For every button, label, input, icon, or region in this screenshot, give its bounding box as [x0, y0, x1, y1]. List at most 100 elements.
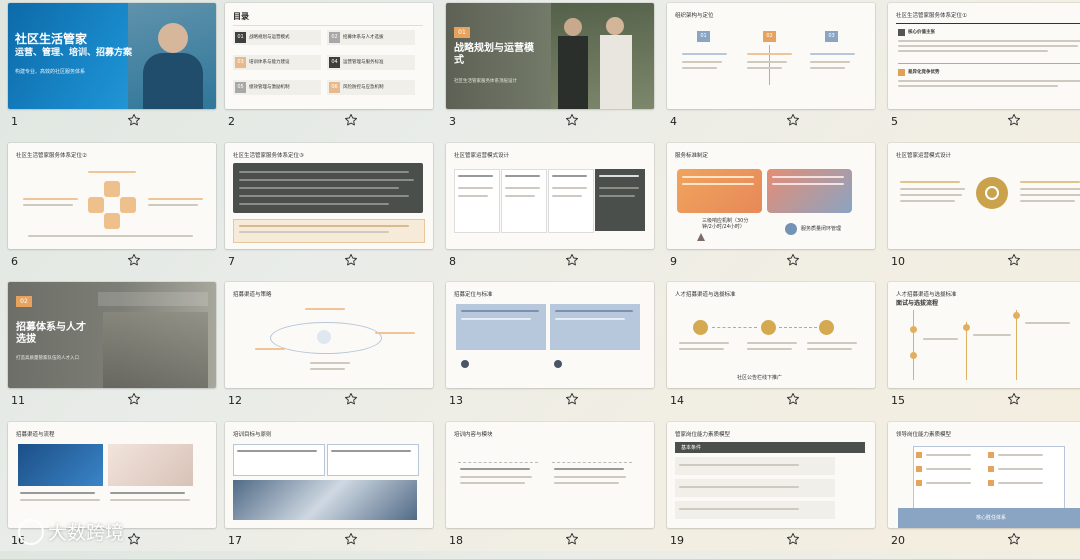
slide-title: 社区生活管家服务体系定位① [896, 13, 967, 19]
slide-preview: 招募渠道与策略 [225, 282, 433, 388]
slide-preview: 领导岗位能力素质模型 核心胜任体系 [888, 422, 1080, 528]
slide-thumb[interactable]: 社区生活管家服务体系定位③ 7 [217, 140, 435, 280]
slide-thumb[interactable]: 管家岗位能力素质模型 基本条件 19 [659, 419, 877, 559]
slide-number: 20 [891, 534, 905, 547]
star-outline-icon[interactable] [127, 391, 141, 405]
slide-subtitle: 打造高质量管家队伍的人才入口 [16, 356, 79, 361]
star-outline-icon[interactable] [344, 391, 358, 405]
star-outline-icon[interactable] [1007, 252, 1021, 266]
star-outline-icon[interactable] [127, 112, 141, 126]
slide-thumb[interactable]: 02 招募体系与人才选拔 打造高质量管家队伍的人才入口 11 [0, 279, 218, 419]
slide-subtitle: 社区生活管家服务体系顶层设计 [454, 79, 517, 84]
slide-thumb[interactable]: 社区生活管家 运营、管理、培训、招募方案 构建专业、高效的社区服务体系 1 [0, 0, 218, 140]
star-outline-icon[interactable] [786, 252, 800, 266]
slide-thumb[interactable]: 培训内容与模块 18 [438, 419, 656, 559]
slide-title: 社区管家运营模式设计 [896, 153, 952, 159]
slide-thumb[interactable]: 目录 01 战略规划与运营模式 02 招募体系与人才选拔 03 培训体系与能力建… [217, 0, 435, 140]
section-badge: 02 [16, 296, 32, 307]
slide-preview: 社区管家运营模式设计 [446, 143, 654, 249]
slide-title: 管家岗位能力素质模型 [675, 432, 731, 438]
slide-number: 13 [449, 394, 463, 407]
star-outline-icon[interactable] [565, 391, 579, 405]
slide-number: 19 [670, 534, 684, 547]
star-outline-icon[interactable] [1007, 531, 1021, 545]
slide-thumb[interactable]: 社区管家运营模式设计 8 [438, 140, 656, 280]
slide-thumb[interactable]: 社区管家运营模式设计 10 [880, 140, 1080, 280]
slide-title: 招募渠道与策略 [233, 292, 272, 298]
slide-thumb[interactable]: 服务标准制定 三级响应机制（30分钟/2小时/24小时） 服务质量闭环管理 9 [659, 140, 877, 280]
slide-title: 社区生活管家 [15, 32, 88, 46]
slide-preview: 组织架构与定位 01 02 03 [667, 3, 875, 109]
slide-thumb[interactable]: 领导岗位能力素质模型 核心胜任体系 20 [880, 419, 1080, 559]
star-outline-icon[interactable] [127, 531, 141, 545]
slide-preview: 培训目标与原则 [225, 422, 433, 528]
slide-preview: 招募渠道与流程 [8, 422, 216, 528]
slide-thumb[interactable]: 01 战略规划与运营模式 社区生活管家服务体系顶层设计 3 [438, 0, 656, 140]
slide-number: 7 [228, 255, 235, 268]
slide-number: 6 [11, 255, 18, 268]
slide-preview: 02 招募体系与人才选拔 打造高质量管家队伍的人才入口 [8, 282, 216, 388]
star-outline-icon[interactable] [565, 252, 579, 266]
slide-preview: 管家岗位能力素质模型 基本条件 [667, 422, 875, 528]
slide-number: 2 [228, 115, 235, 128]
slide-number: 9 [670, 255, 677, 268]
star-outline-icon[interactable] [344, 531, 358, 545]
slide-thumb[interactable]: 社区生活管家服务体系定位② 6 [0, 140, 218, 280]
slide-preview: 社区生活管家服务体系定位③ [225, 143, 433, 249]
slide-preview: 培训内容与模块 [446, 422, 654, 528]
star-outline-icon[interactable] [344, 252, 358, 266]
slide-title: 招募定位与标准 [454, 292, 493, 298]
slide-thumb[interactable]: 招募定位与标准 13 [438, 279, 656, 419]
star-outline-icon[interactable] [565, 112, 579, 126]
slide-preview: 人才招募渠道与选拔标准 社区公告栏线下推广 [667, 282, 875, 388]
slide-number: 15 [891, 394, 905, 407]
slide-title: 人才招募渠道与选拔标准 [675, 292, 736, 298]
slide-preview: 社区生活管家服务体系定位① 核心价值主张 差异化竞争优势 [888, 3, 1080, 109]
slide-thumb[interactable]: 招募渠道与策略 12 [217, 279, 435, 419]
star-outline-icon[interactable] [786, 391, 800, 405]
star-outline-icon[interactable] [1007, 112, 1021, 126]
slide-preview: 招募定位与标准 [446, 282, 654, 388]
slide-title: 培训目标与原则 [233, 432, 272, 438]
slide-number: 8 [449, 255, 456, 268]
slide-number: 1 [11, 115, 18, 128]
slide-preview: 人才招募渠道与选拔标准 面试与选拔流程 [888, 282, 1080, 388]
slide-thumb[interactable]: 培训目标与原则 17 [217, 419, 435, 559]
star-outline-icon[interactable] [565, 531, 579, 545]
slide-number: 11 [11, 394, 25, 407]
slide-preview: 01 战略规划与运营模式 社区生活管家服务体系顶层设计 [446, 3, 654, 109]
slide-title: 人才招募渠道与选拔标准 [896, 292, 957, 298]
slide-preview: 社区管家运营模式设计 [888, 143, 1080, 249]
watermark: 大数跨境 [18, 518, 124, 545]
slide-title: 服务标准制定 [675, 153, 709, 159]
star-outline-icon[interactable] [786, 531, 800, 545]
slide-preview: 目录 01 战略规划与运营模式 02 招募体系与人才选拔 03 培训体系与能力建… [225, 3, 433, 109]
section-badge: 01 [454, 27, 470, 38]
slide-thumb[interactable]: 社区生活管家服务体系定位① 核心价值主张 差异化竞争优势 5 [880, 0, 1080, 140]
slide-number: 3 [449, 115, 456, 128]
slide-title: 组织架构与定位 [675, 13, 714, 19]
slide-preview: 社区生活管家 运营、管理、培训、招募方案 构建专业、高效的社区服务体系 [8, 3, 216, 109]
slide-subtitle: 运营、管理、培训、招募方案 [15, 48, 133, 58]
slide-number: 10 [891, 255, 905, 268]
slide-title: 目录 [233, 12, 249, 21]
star-outline-icon[interactable] [127, 252, 141, 266]
slide-preview: 服务标准制定 三级响应机制（30分钟/2小时/24小时） 服务质量闭环管理 [667, 143, 875, 249]
star-outline-icon[interactable] [344, 112, 358, 126]
slide-title: 招募渠道与流程 [16, 432, 55, 438]
slide-title: 领导岗位能力素质模型 [896, 432, 952, 438]
slide-thumb[interactable]: 人才招募渠道与选拔标准 社区公告栏线下推广 14 [659, 279, 877, 419]
slide-thumb[interactable]: 组织架构与定位 01 02 03 4 [659, 0, 877, 140]
slide-number: 17 [228, 534, 242, 547]
slide-thumb[interactable]: 人才招募渠道与选拔标准 面试与选拔流程 15 [880, 279, 1080, 419]
slide-tagline: 构建专业、高效的社区服务体系 [15, 69, 86, 75]
slide-title: 社区管家运营模式设计 [454, 153, 510, 159]
slide-number: 14 [670, 394, 684, 407]
star-outline-icon[interactable] [786, 112, 800, 126]
slide-title: 社区生活管家服务体系定位③ [233, 153, 304, 159]
slide-preview: 社区生活管家服务体系定位② [8, 143, 216, 249]
slide-title: 战略规划与运营模式 [454, 43, 534, 66]
slide-title: 培训内容与模块 [454, 432, 493, 438]
slide-title: 社区生活管家服务体系定位② [16, 153, 87, 159]
star-outline-icon[interactable] [1007, 391, 1021, 405]
